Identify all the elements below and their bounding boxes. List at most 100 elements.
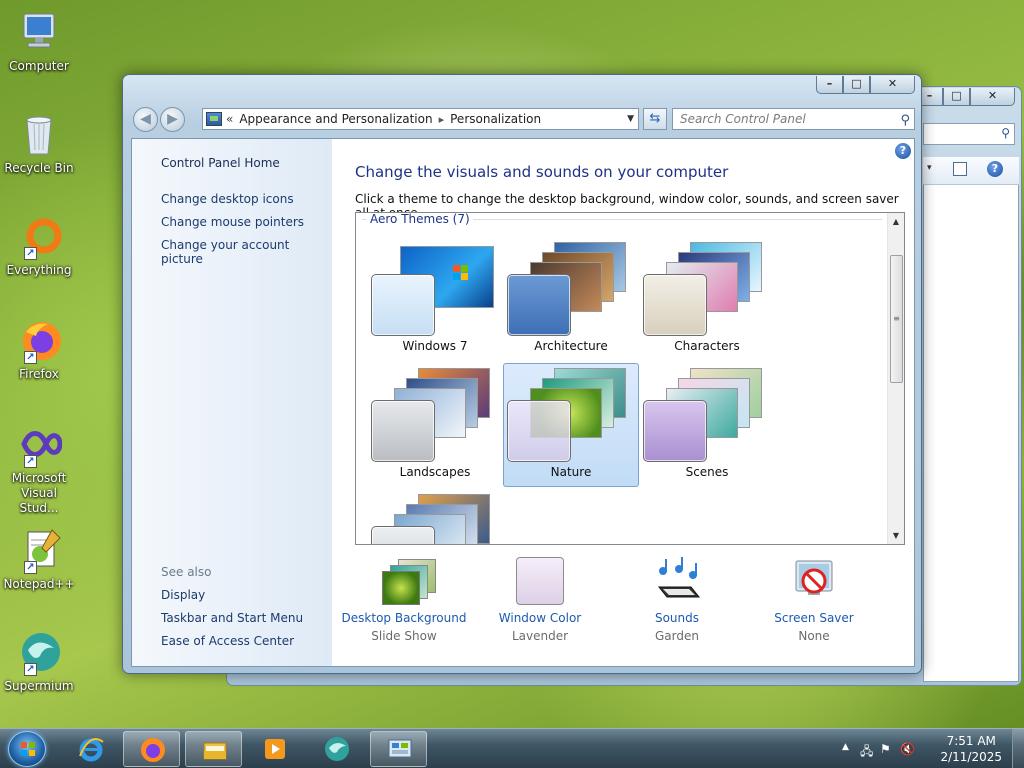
desktop-icon-recycle-bin[interactable]: Recycle Bin	[3, 112, 75, 176]
scroll-up-icon[interactable]: ▲	[888, 213, 904, 230]
forward-button[interactable]: ▶	[160, 107, 185, 132]
control-panel-icon	[206, 112, 222, 126]
computer-icon	[16, 10, 62, 56]
shortcut-arrow-icon: ↗	[24, 351, 37, 364]
notepad-plus-icon: ↗	[16, 528, 62, 574]
theme-nature[interactable]: Nature	[503, 363, 639, 487]
file-explorer-icon	[203, 742, 227, 760]
theme-partial[interactable]	[367, 489, 503, 544]
bg-search-input[interactable]: ⚲	[923, 123, 1015, 145]
taskbar-file-explorer[interactable]	[185, 731, 242, 767]
everything-icon: ↗	[16, 214, 62, 260]
shortcut-arrow-icon: ↗	[24, 247, 37, 260]
main-pane: ? Change the visuals and sounds on your …	[332, 139, 914, 666]
help-icon[interactable]: ?	[987, 161, 1003, 177]
window-caption-buttons: – □ ✕	[816, 76, 915, 94]
desktop-icon-visual-studio[interactable]: ↗ Microsoft Visual Stud...	[3, 422, 75, 516]
theme-color-swatch	[371, 274, 435, 336]
preview-pane-icon[interactable]	[953, 162, 967, 176]
personalization-window[interactable]: – □ ✕ ◀ ▶ « Appearance and Personalizati…	[122, 74, 922, 674]
clock-date: 2/11/2025	[940, 750, 1002, 764]
theme-scenes[interactable]: Scenes	[639, 363, 775, 487]
back-button[interactable]: ◀	[133, 107, 158, 132]
theme-list-scrollbar[interactable]: ▲ ≡ ▼	[887, 213, 904, 544]
change-account-picture-link[interactable]: Change your account picture	[161, 238, 332, 266]
minimize-button[interactable]: –	[816, 76, 843, 94]
breadcrumb-separator-icon[interactable]: ▸	[439, 113, 445, 126]
desktop-icon-everything[interactable]: ↗ Everything	[3, 214, 75, 278]
close-button[interactable]: ✕	[970, 88, 1015, 106]
display-link[interactable]: Display	[161, 588, 205, 602]
control-panel-home-link[interactable]: Control Panel Home	[161, 156, 280, 170]
breadcrumb-overflow[interactable]: «	[226, 112, 233, 126]
supermium-icon	[325, 737, 349, 761]
desktop-background-item[interactable]: Desktop Background Slide Show	[334, 557, 474, 643]
taskbar-firefox[interactable]	[123, 731, 180, 767]
bg-window-caption-buttons: – □ ✕	[916, 88, 1015, 106]
address-dropdown-icon[interactable]: ▼	[627, 114, 634, 124]
change-mouse-pointers-link[interactable]: Change mouse pointers	[161, 215, 304, 229]
show-desktop-button[interactable]	[1012, 729, 1024, 768]
action-center-flag-icon[interactable]: ⚑	[880, 742, 891, 756]
maximize-button[interactable]: □	[943, 88, 970, 106]
volume-muted-icon[interactable]: 🔇	[900, 742, 915, 756]
search-input[interactable]: Search Control Panel ⚲	[672, 108, 915, 130]
breadcrumb-item-appearance[interactable]: Appearance and Personalization	[239, 112, 432, 126]
scroll-down-icon[interactable]: ▼	[888, 527, 904, 544]
screen-saver-item[interactable]: Screen Saver None	[744, 557, 884, 643]
search-icon[interactable]: ⚲	[900, 111, 910, 131]
taskbar: ▲ 🖧 ⚑ 🔇 7:51 AM 2/11/2025	[0, 728, 1024, 768]
clock[interactable]: 7:51 AM 2/11/2025	[940, 733, 1002, 765]
view-dropdown-icon[interactable]: ▾	[927, 163, 932, 173]
theme-label: Scenes	[685, 465, 729, 479]
theme-architecture[interactable]: Architecture	[503, 237, 639, 361]
screen-saver-value: None	[798, 629, 830, 643]
change-desktop-icons-link[interactable]: Change desktop icons	[161, 192, 294, 206]
group-label: Aero Themes (7)	[367, 213, 473, 226]
refresh-button[interactable]: ⇆	[643, 108, 667, 130]
desktop-icon-firefox[interactable]: ↗ Firefox	[3, 318, 75, 382]
ease-of-access-link[interactable]: Ease of Access Center	[161, 634, 294, 648]
desktop-background-value: Slide Show	[371, 629, 437, 643]
taskbar-internet-explorer[interactable]	[62, 731, 119, 767]
back-arrow-icon: ◀	[140, 111, 151, 127]
desktop-icon-supermium[interactable]: ↗ Supermium	[3, 630, 75, 694]
desktop-icon-notepad-plus[interactable]: ↗ Notepad++	[3, 528, 75, 592]
bg-window-toolbar: ▾ ?	[923, 157, 1019, 185]
desktop-icon-computer[interactable]: Computer	[3, 10, 75, 74]
navigation-bar: ◀ ▶ « Appearance and Personalization ▸ P…	[131, 105, 915, 133]
scrollbar-thumb[interactable]: ≡	[890, 255, 903, 383]
theme-color-swatch	[371, 526, 435, 544]
breadcrumb-item-personalization[interactable]: Personalization	[450, 112, 541, 126]
sounds-link[interactable]: Sounds	[607, 611, 747, 625]
desktop-background-link[interactable]: Desktop Background	[334, 611, 474, 625]
firefox-icon	[141, 738, 165, 762]
theme-windows-7[interactable]: Windows 7	[367, 237, 503, 361]
desktop-icon-label: Recycle Bin	[4, 161, 74, 175]
maximize-button[interactable]: □	[843, 76, 870, 94]
screen-saver-link[interactable]: Screen Saver	[744, 611, 884, 625]
window-color-link[interactable]: Window Color	[470, 611, 610, 625]
taskbar-supermium[interactable]	[308, 731, 365, 767]
window-color-item[interactable]: Window Color Lavender	[470, 557, 610, 643]
bg-window-content	[923, 157, 1019, 682]
close-button[interactable]: ✕	[870, 76, 915, 94]
desktop-icon-label: Supermium	[4, 679, 74, 693]
show-hidden-icons-icon[interactable]: ▲	[842, 742, 849, 752]
control-panel-icon	[388, 739, 412, 758]
network-icon[interactable]: 🖧	[860, 742, 873, 763]
help-icon[interactable]: ?	[895, 143, 911, 159]
notification-area: ▲ 🖧 ⚑ 🔇 7:51 AM 2/11/2025	[834, 729, 1024, 768]
taskbar-control-panel[interactable]	[370, 731, 427, 767]
taskbar-media-player[interactable]	[246, 731, 303, 767]
start-button[interactable]	[8, 731, 46, 767]
sounds-item[interactable]: Sounds Garden	[607, 557, 747, 643]
shortcut-arrow-icon: ↗	[24, 455, 37, 468]
theme-landscapes[interactable]: Landscapes	[367, 363, 503, 487]
shortcut-arrow-icon: ↗	[24, 561, 37, 574]
supermium-icon: ↗	[16, 630, 62, 676]
taskbar-start-menu-link[interactable]: Taskbar and Start Menu	[161, 611, 303, 625]
theme-characters[interactable]: Characters	[639, 237, 775, 361]
address-bar[interactable]: « Appearance and Personalization ▸ Perso…	[202, 108, 639, 130]
theme-list[interactable]: Aero Themes (7) Windows 7 Architecture C…	[355, 212, 905, 545]
